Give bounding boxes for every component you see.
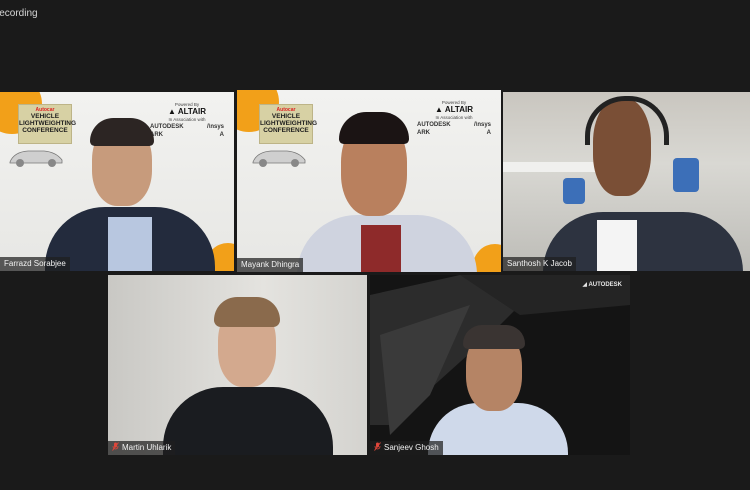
participant-video: [163, 387, 333, 455]
recording-bar: Recording: [0, 0, 750, 26]
office-chair: [563, 178, 585, 204]
conference-logo: Autocar VEHICLE LIGHTWEIGHTING CONFERENC…: [18, 104, 77, 144]
brand-name: ALTAIR: [177, 107, 206, 116]
sponsor-name: /\nsys: [473, 122, 491, 128]
sponsor-name: AUTODESK: [417, 122, 451, 128]
participant-name: Farrazd Sorabjee: [4, 259, 66, 268]
shirt: [597, 220, 637, 271]
video-tile-1[interactable]: Autocar VEHICLE LIGHTWEIGHTING CONFERENC…: [0, 92, 234, 271]
participant-name-tag: Martin Uhlarik: [108, 441, 176, 455]
recording-label: Recording: [0, 8, 38, 19]
brand-name: ALTAIR: [444, 105, 473, 114]
association-label: In Association with: [168, 117, 206, 122]
car-illustration: [252, 150, 306, 167]
video-tile-4[interactable]: Martin Uhlarik: [108, 275, 367, 455]
participant-hair: [339, 112, 409, 144]
participant-name: Mayank Dhingra: [241, 260, 300, 269]
sponsor-name: A: [219, 132, 224, 138]
participant-name: Martin Uhlarik: [122, 443, 172, 452]
sponsor-name: ARK: [417, 130, 430, 136]
altair-logo: ▲ ALTAIR: [168, 107, 206, 116]
video-tile-3[interactable]: Santhosh K Jacob: [503, 92, 750, 271]
participant-name: Sanjeev Ghosh: [384, 443, 439, 452]
participant-hair: [90, 118, 154, 146]
office-chair: [673, 158, 699, 192]
shirt: [108, 217, 152, 271]
participant-name-tag: Farrazd Sorabjee: [0, 257, 70, 271]
office-desk: [503, 162, 603, 172]
altair-logo: ▲ ALTAIR: [435, 105, 473, 114]
conference-title-line: LIGHTWEIGHTING: [260, 120, 318, 127]
participant-name: Santhosh K Jacob: [507, 259, 572, 268]
participant-hair: [463, 325, 525, 349]
sponsor-name: AUTODESK: [150, 124, 184, 130]
conference-title-line: CONFERENCE: [22, 127, 68, 134]
participant-name-tag: Mayank Dhingra: [237, 258, 304, 272]
conference-title-line: CONFERENCE: [263, 127, 309, 134]
sponsor-panel: Powered By ▲ ALTAIR In Association with …: [417, 100, 491, 136]
sponsor-name: /\nsys: [206, 124, 224, 130]
conference-logo: Autocar VEHICLE LIGHTWEIGHTING CONFERENC…: [259, 104, 318, 144]
autodesk-watermark: ◢ AUTODESK: [582, 282, 622, 288]
video-tile-5[interactable]: ◢ AUTODESK Sanjeev Ghosh: [370, 275, 630, 455]
watermark-text: AUTODESK: [588, 282, 622, 288]
participant-hair: [214, 297, 280, 327]
mic-muted-icon: [112, 442, 119, 451]
mic-muted-icon: [374, 442, 381, 451]
conference-title-line: LIGHTWEIGHTING: [19, 120, 77, 127]
association-label: In Association with: [435, 115, 473, 120]
video-tile-2[interactable]: Autocar VEHICLE LIGHTWEIGHTING CONFERENC…: [237, 90, 501, 272]
sponsor-name: A: [486, 130, 491, 136]
sponsor-panel: Powered By ▲ ALTAIR In Association with …: [150, 102, 224, 138]
shirt: [361, 225, 401, 272]
participant-name-tag: Santhosh K Jacob: [503, 257, 576, 271]
car-illustration: [9, 150, 63, 167]
participant-name-tag: Sanjeev Ghosh: [370, 441, 443, 455]
conference-title-line: VEHICLE: [271, 113, 301, 120]
conference-title-line: VEHICLE: [30, 113, 60, 120]
